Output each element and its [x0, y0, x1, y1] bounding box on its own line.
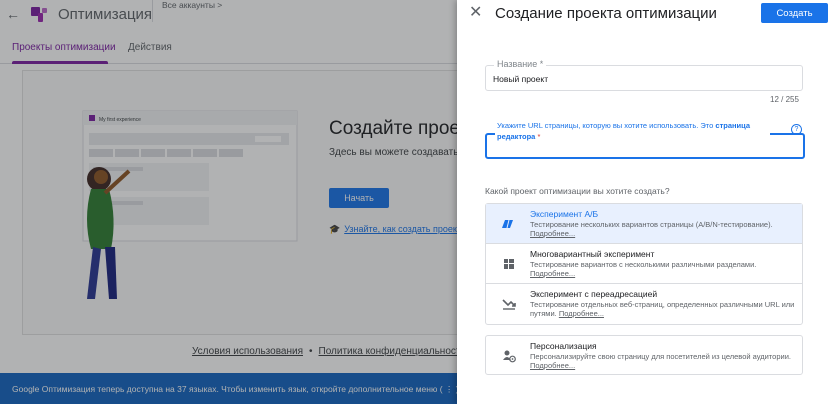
option-description: Персонализируйте свою страницу для посет… [530, 352, 791, 370]
multivariate-icon [504, 259, 514, 269]
option-title: Многовариантный эксперимент [530, 249, 655, 259]
ab-test-icon [502, 219, 513, 229]
option-title: Персонализация [530, 341, 597, 351]
option-description: Тестирование вариантов с несколькими раз… [530, 260, 757, 278]
option-multivariate[interactable]: Многовариантный эксперимент Тестирование… [486, 244, 802, 284]
modal-scrim[interactable] [0, 0, 457, 404]
learn-more-link[interactable]: Подробнее... [530, 269, 575, 278]
editor-url-label-text: Укажите URL страницы, которую вы хотите … [497, 121, 714, 130]
character-counter: 12 / 255 [770, 95, 799, 104]
option-description: Тестирование отдельных веб-страниц, опре… [530, 300, 795, 318]
learn-more-link[interactable]: Подробнее... [559, 309, 604, 318]
project-name-input[interactable] [493, 74, 793, 84]
help-icon[interactable]: ? [791, 124, 802, 135]
option-personalization[interactable]: Персонализация Персонализируйте свою стр… [485, 335, 803, 375]
project-type-options: Эксперимент A/Б Тестирование нескольких … [485, 203, 803, 325]
project-name-label: Название * [494, 59, 547, 69]
option-title: Эксперимент с переадресацией [530, 289, 658, 299]
panel-title: Создание проекта оптимизации [495, 5, 717, 22]
option-title: Эксперимент A/Б [530, 209, 599, 219]
editor-url-label: Укажите URL страницы, которую вы хотите … [495, 120, 770, 142]
redirect-icon [502, 299, 516, 310]
option-redirect[interactable]: Эксперимент с переадресацией Тестировани… [486, 284, 802, 324]
option-ab-test[interactable]: Эксперимент A/Б Тестирование нескольких … [486, 204, 802, 244]
learn-more-link[interactable]: Подробнее... [530, 229, 575, 238]
personalization-icon [503, 350, 516, 363]
panel-header: ✕ Создание проекта оптимизации Создать [457, 0, 839, 30]
create-project-panel: ✕ Создание проекта оптимизации Создать Н… [457, 0, 839, 404]
required-mark: * [537, 132, 541, 141]
close-icon[interactable]: ✕ [469, 5, 482, 21]
option-description: Тестирование нескольких вариантов страни… [530, 220, 773, 238]
project-type-question: Какой проект оптимизации вы хотите созда… [485, 186, 670, 196]
create-button[interactable]: Создать [761, 3, 828, 23]
learn-more-link[interactable]: Подробнее... [530, 361, 575, 370]
